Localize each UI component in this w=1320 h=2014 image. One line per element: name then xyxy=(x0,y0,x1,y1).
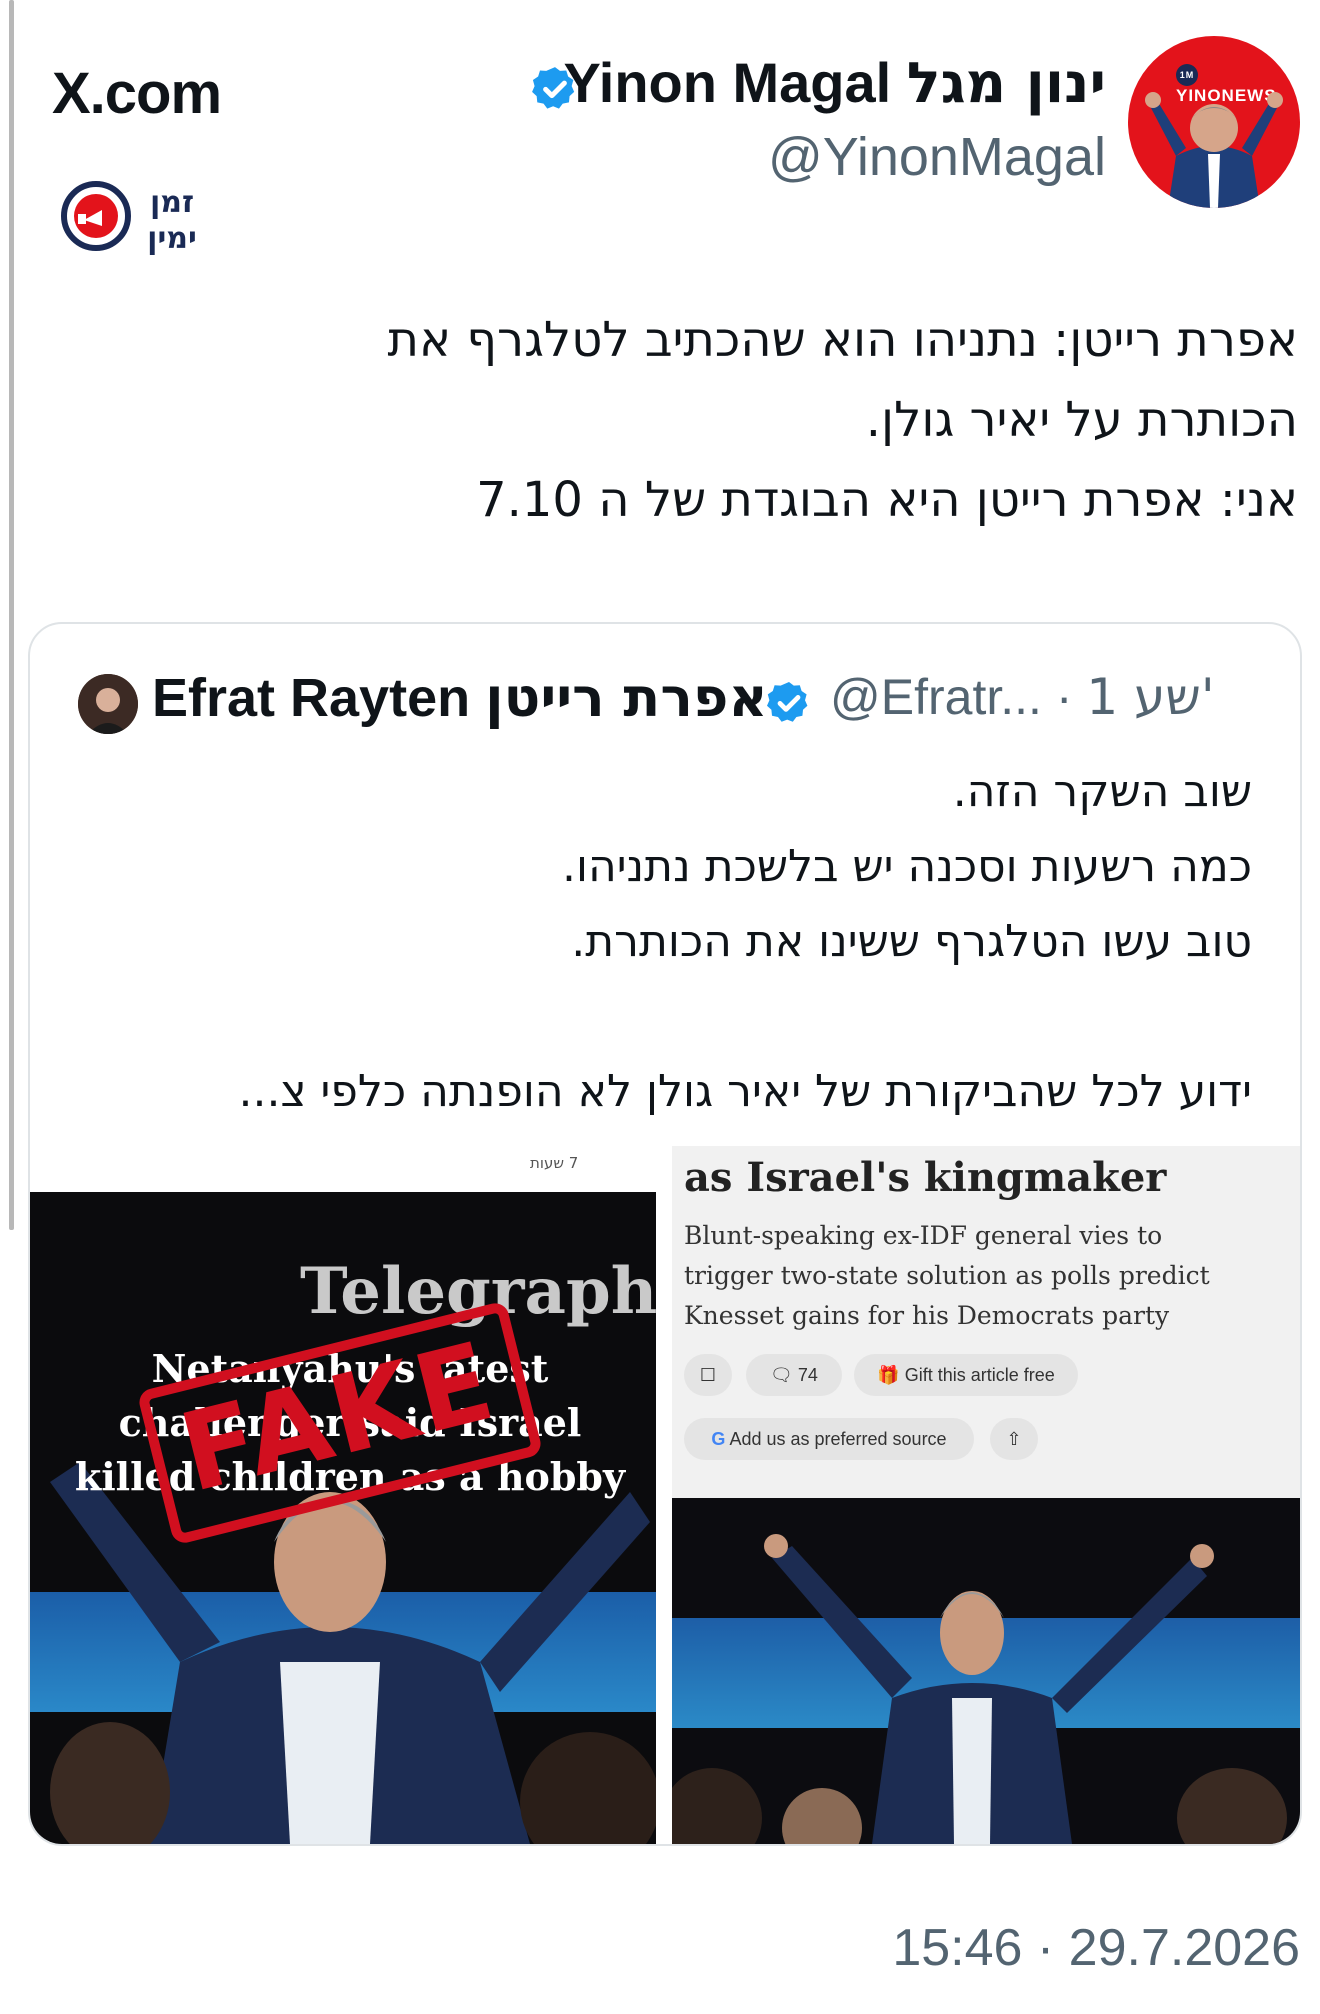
article-title: as Israel's kingmaker xyxy=(684,1154,1167,1201)
tweet-text: אפרת רייטן: נתניהו הוא שהכתיב לטלגרף את … xyxy=(148,300,1298,540)
zman-yamin-logo: זמן ימין xyxy=(61,181,197,256)
quote-image-left[interactable]: 7 שעות Telegraph Netanyahu's latest chal… xyxy=(30,1146,656,1844)
speaker-figure xyxy=(50,1462,656,1844)
tweet-line: אפרת רייטן: נתניהו הוא שהכתיב לטלגרף את xyxy=(387,312,1298,368)
quote-line xyxy=(72,979,1252,1054)
zman-text: זמן xyxy=(150,185,194,220)
quote-meta: @Efratr... · 1 שע' xyxy=(830,668,1215,726)
image-divider xyxy=(656,1146,672,1844)
quote-image-right[interactable]: as Israel's kingmaker Blunt-speaking ex-… xyxy=(672,1146,1300,1844)
quote-avatar-figure xyxy=(78,674,138,734)
tweet-line: אני: אפרת רייטן היא הבוגדת של ה 7.10 xyxy=(476,472,1298,528)
bookmark-icon: ☐ xyxy=(684,1354,732,1396)
author-name[interactable]: Yinon Magal ינון מגל xyxy=(563,50,1106,116)
quote-line: שוב השקר הזה. xyxy=(952,766,1252,817)
quote-author-name[interactable]: Efrat Rayten אפרת רייטן xyxy=(152,666,768,729)
gift-article-pill: 🎁 Gift this article free xyxy=(854,1354,1078,1396)
quote-author-avatar[interactable] xyxy=(78,674,138,734)
quote-line: כמה רשעות וסכנה יש בלשכת נתניהו. xyxy=(562,841,1252,892)
quoted-tweet-card[interactable]: Efrat Rayten אפרת רייטן @Efratr... · 1 ש… xyxy=(28,622,1302,1846)
quote-line: טוב עשו הטלגרף ששינו את הכותרת. xyxy=(571,916,1252,967)
speaker-figure xyxy=(672,1534,1287,1844)
article-subtitle: Blunt-speaking ex-IDF general vies to tr… xyxy=(684,1221,1210,1330)
author-handle[interactable]: @YinonMagal xyxy=(768,126,1106,188)
quote-line: ידוע לכל שהביקורת של יאיר גולן לא הופנתה… xyxy=(238,1066,1252,1117)
yamin-text: ימין xyxy=(147,221,197,256)
site-watermark: X.com xyxy=(52,61,222,126)
quote-verified-badge-icon xyxy=(767,682,808,722)
verified-badge-icon xyxy=(532,67,575,109)
quote-handle[interactable]: @Efratr... xyxy=(830,669,1042,725)
telegraph-screenshot: Telegraph Netanyahu's latest challenger … xyxy=(30,1192,656,1844)
tweet-line: הכותרת על יאיר גולן. xyxy=(865,392,1298,448)
quote-time: 1 שע' xyxy=(1086,668,1215,726)
avatar-person-figure xyxy=(1145,92,1283,208)
scrollbar[interactable] xyxy=(9,0,14,1230)
tweet-timestamp: 15:46 · 29.7.2026 xyxy=(892,1919,1300,1977)
image-time-badge: 7 שעות xyxy=(530,1154,579,1172)
article-photo xyxy=(672,1498,1300,1844)
quote-text: שוב השקר הזה. כמה רשעות וסכנה יש בלשכת נ… xyxy=(72,754,1252,1129)
preferred-source-pill: G Add us as preferred source xyxy=(684,1418,974,1460)
article-screenshot: as Israel's kingmaker Blunt-speaking ex-… xyxy=(672,1146,1300,1498)
author-avatar[interactable]: 1MYINONEWS xyxy=(1128,36,1300,208)
share-icon: ⇧ xyxy=(990,1418,1038,1460)
comments-pill: 🗨 74 xyxy=(746,1354,842,1396)
